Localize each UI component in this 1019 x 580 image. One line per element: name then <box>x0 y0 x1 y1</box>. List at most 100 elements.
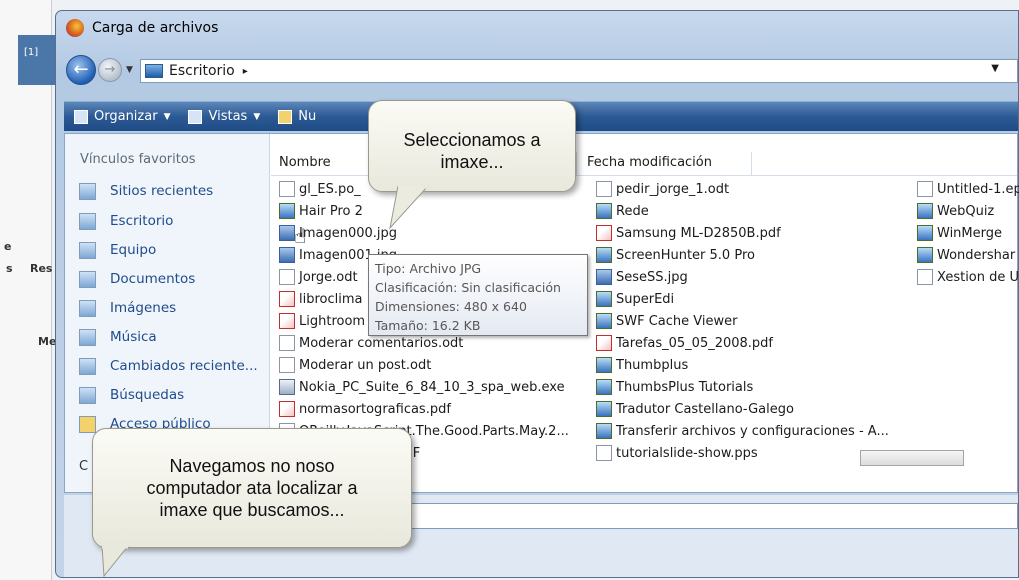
file-item[interactable]: Transferir archivos y configuraciones - … <box>596 420 916 442</box>
file-item[interactable]: Tarefas_05_05_2008.pdf <box>596 332 916 354</box>
organize-label: Organizar <box>94 109 158 124</box>
callout-text-line: Navegamos no noso <box>169 456 335 476</box>
file-name-label: Thumbplus <box>616 357 689 373</box>
file-name-label: SuperEdi <box>616 291 675 307</box>
select-image-callout: Seleccionamos a imaxe... <box>368 100 576 192</box>
title-bar[interactable]: Carga de archivos <box>56 11 1018 43</box>
folder-icon <box>79 415 96 433</box>
address-dropdown-icon[interactable]: ▼ <box>991 63 999 74</box>
sidebar-item-searches[interactable]: Búsquedas <box>79 384 184 406</box>
sidebar-item-computer[interactable]: Equipo <box>79 239 156 261</box>
doc-file-icon <box>279 335 295 351</box>
file-item[interactable]: SWF Cache Viewer <box>596 310 916 332</box>
callout-tail <box>101 546 129 578</box>
file-item[interactable]: Xestion de U <box>917 266 1019 288</box>
sidebar-item-label: Cambiados reciente... <box>110 358 258 374</box>
lnk-file-icon <box>596 313 612 329</box>
lnk-file-icon <box>596 203 612 219</box>
hand-cursor-icon: ☝ <box>294 224 307 248</box>
new-folder-button[interactable]: Nu <box>278 109 316 124</box>
pdf-file-icon <box>596 225 612 241</box>
address-bar[interactable]: Escritorio ▸ ▼ <box>140 59 1018 83</box>
tooltip-type: Tipo: Archivo JPG <box>375 261 482 276</box>
sidebar-item-documents[interactable]: Documentos <box>79 268 195 290</box>
column-name[interactable]: Nombre <box>279 155 331 170</box>
music-icon <box>79 328 96 346</box>
column-divider[interactable] <box>576 152 577 176</box>
horizontal-scrollbar[interactable] <box>860 450 964 466</box>
chevron-down-icon: ▼ <box>253 111 261 122</box>
sidebar-item-recent-places[interactable]: Sitios recientes <box>79 180 213 202</box>
views-icon <box>188 109 203 124</box>
doc-file-icon <box>279 181 295 197</box>
arrow-right-icon: → <box>104 62 116 77</box>
doc-file-icon <box>917 269 933 285</box>
column-date-modified[interactable]: Fecha modificación <box>587 155 712 170</box>
navigate-callout: Navegamos no noso computador ata localiz… <box>92 428 412 548</box>
address-location[interactable]: Escritorio <box>169 63 235 79</box>
file-name-label: normasortograficas.pdf <box>299 401 451 417</box>
recent-pages-dropdown[interactable]: ▼ <box>126 65 133 75</box>
file-name-label: WinMerge <box>937 225 1002 241</box>
file-name-label: Hair Pro 2 <box>299 203 363 219</box>
background-tab-label: [1] <box>24 47 39 58</box>
file-item[interactable]: Samsung ML-D2850B.pdf <box>596 222 916 244</box>
file-name-label: Rede <box>616 203 649 219</box>
sidebar-item-label: Imágenes <box>110 300 177 316</box>
lnk-file-icon <box>917 203 933 219</box>
pdf-file-icon <box>279 291 295 307</box>
file-item[interactable]: Untitled-1.ep <box>917 178 1019 200</box>
sidebar-item-desktop[interactable]: Escritorio <box>79 210 173 232</box>
file-item[interactable]: SeseSS.jpg <box>596 266 916 288</box>
callout-tail <box>389 186 429 230</box>
file-item[interactable]: WinMerge <box>917 222 1019 244</box>
file-name-label: Wondershar <box>937 247 1016 263</box>
file-item[interactable]: Nokia_PC_Suite_6_84_10_3_spa_web.exe <box>279 376 589 398</box>
tooltip-size: Tamaño: 16.2 KB <box>375 318 481 333</box>
file-item[interactable]: ScreenHunter 5.0 Pro <box>596 244 916 266</box>
callout-text-line: imaxe... <box>440 152 504 172</box>
doc-file-icon <box>596 445 612 461</box>
file-item[interactable]: ThumbsPlus Tutorials <box>596 376 916 398</box>
recently-changed-icon <box>79 357 96 375</box>
sidebar-item-label: Escritorio <box>110 213 174 229</box>
file-name-label: pedir_jorge_1.odt <box>616 181 730 197</box>
file-name-label: ThumbsPlus Tutorials <box>616 379 754 395</box>
sidebar-item-recently-changed[interactable]: Cambiados reciente... <box>79 355 258 377</box>
sidebar-item-music[interactable]: Música <box>79 326 157 348</box>
folders-toggle-label[interactable]: C <box>79 459 88 474</box>
file-name-input[interactable] <box>394 503 1018 529</box>
recent-places-icon <box>79 182 96 200</box>
sidebar-item-pictures[interactable]: Imágenes <box>79 297 176 319</box>
file-item[interactable]: normasortograficas.pdf <box>279 398 589 420</box>
lnk-file-icon <box>596 423 612 439</box>
desktop-icon <box>79 212 96 230</box>
file-item[interactable]: Moderar un post.odt <box>279 354 589 376</box>
tooltip-rating: Clasificación: Sin clasificación <box>375 280 561 295</box>
column-divider[interactable] <box>751 152 752 176</box>
pictures-icon <box>79 299 96 317</box>
computer-icon <box>79 241 96 259</box>
views-label: Vistas <box>208 109 248 124</box>
forward-button[interactable]: → <box>98 58 122 82</box>
file-item[interactable]: WebQuiz <box>917 200 1019 222</box>
file-item[interactable]: Tradutor Castellano-Galego <box>596 398 916 420</box>
file-name-label: Moderar comentarios.odt <box>299 335 464 351</box>
arrow-left-icon: ← <box>73 59 89 80</box>
file-item[interactable]: SuperEdi <box>596 288 916 310</box>
doc-file-icon <box>596 181 612 197</box>
file-name-label: Transferir archivos y configuraciones - … <box>616 423 889 439</box>
lnk-file-icon <box>596 379 612 395</box>
breadcrumb-separator[interactable]: ▸ <box>243 66 248 77</box>
back-button[interactable]: ← <box>66 55 96 85</box>
img-file-icon <box>279 225 295 241</box>
file-name-label: Imagen000.jpg <box>299 225 398 241</box>
views-button[interactable]: Vistas ▼ <box>188 109 260 124</box>
file-item[interactable]: Rede <box>596 200 916 222</box>
file-name-label: Tarefas_05_05_2008.pdf <box>616 335 774 351</box>
new-folder-label: Nu <box>298 109 317 124</box>
file-item[interactable]: Thumbplus <box>596 354 916 376</box>
file-item[interactable]: pedir_jorge_1.odt <box>596 178 916 200</box>
organize-button[interactable]: Organizar ▼ <box>74 109 170 124</box>
file-item[interactable]: Wondershar <box>917 244 1019 266</box>
